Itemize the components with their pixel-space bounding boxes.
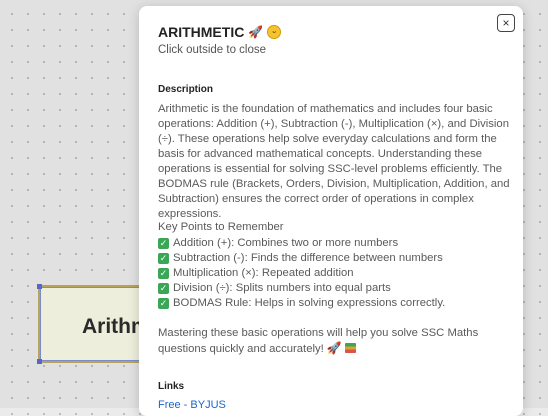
- rocket-icon: 🚀: [326, 341, 342, 355]
- smile-icon: ᵕ: [267, 25, 282, 39]
- description-heading: Description: [158, 84, 214, 95]
- modal-title-row: ARITHMETIC 🚀 ᵕ: [158, 24, 282, 40]
- closing-text: Mastering these basic operations will he…: [158, 326, 510, 357]
- modal-subtitle: Click outside to close: [158, 44, 267, 56]
- check-icon: ✓: [158, 268, 169, 279]
- close-icon: ×: [502, 16, 510, 30]
- links-heading: Links: [158, 381, 185, 392]
- list-item: ✓ BODMAS Rule: Helps in solving expressio…: [158, 296, 445, 311]
- link-byjus[interactable]: Free - BYJUS: [158, 399, 226, 411]
- check-icon: ✓: [158, 298, 169, 309]
- key-point-text: Multiplication (×): Repeated addition: [173, 267, 354, 279]
- list-item: ✓ Multiplication (×): Repeated addition: [158, 266, 445, 281]
- key-point-text: BODMAS Rule: Helps in solving expression…: [173, 297, 446, 309]
- node-handle[interactable]: [37, 359, 42, 364]
- list-item: ✓ Subtraction (-): Finds the difference b…: [158, 251, 445, 266]
- closing-sentence: Mastering these basic operations will he…: [158, 327, 479, 355]
- check-icon: ✓: [158, 238, 169, 249]
- node-handle[interactable]: [37, 284, 42, 289]
- close-button[interactable]: ×: [497, 14, 515, 32]
- key-points-list: ✓ Addition (+): Combines two or more numb…: [158, 236, 445, 311]
- rocket-icon: 🚀: [248, 25, 264, 39]
- books-icon: [345, 343, 357, 353]
- key-point-text: Division (÷): Splits numbers into equal …: [173, 282, 391, 294]
- check-icon: ✓: [158, 253, 169, 264]
- description-text: Arithmetic is the foundation of mathemat…: [158, 103, 510, 220]
- check-icon: ✓: [158, 283, 169, 294]
- topic-detail-modal: × ARITHMETIC 🚀 ᵕ Click outside to close …: [139, 6, 523, 416]
- modal-title: ARITHMETIC: [158, 24, 245, 40]
- key-point-text: Subtraction (-): Finds the difference be…: [173, 252, 443, 264]
- list-item: ✓ Division (÷): Splits numbers into equal…: [158, 281, 445, 296]
- key-points-title: Key Points to Remember: [158, 221, 284, 233]
- list-item: ✓ Addition (+): Combines two or more numb…: [158, 236, 445, 251]
- key-point-text: Addition (+): Combines two or more numbe…: [173, 237, 399, 249]
